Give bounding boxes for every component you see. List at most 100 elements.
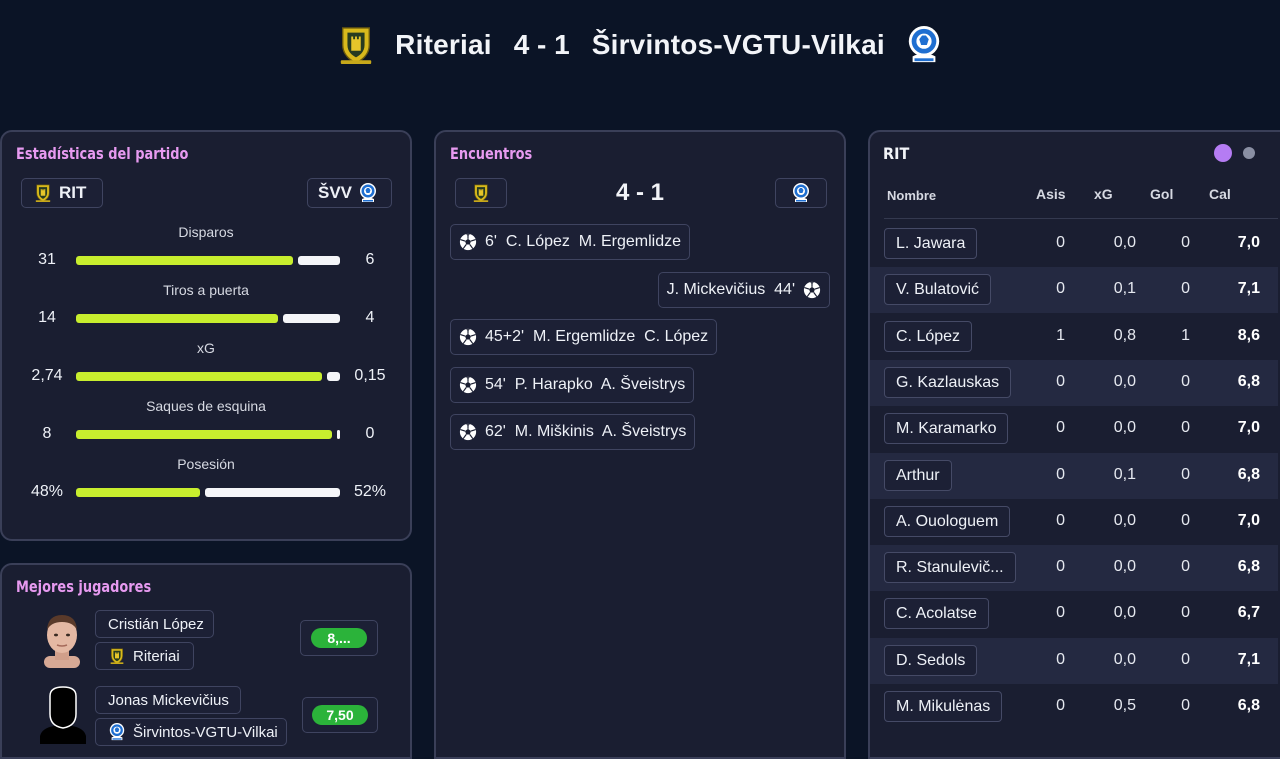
table-row[interactable]: G. Kazlauskas 0 0,0 0 6,8 [870,360,1278,406]
table-row[interactable]: C. Acolatse 0 0,0 0 6,7 [870,591,1278,637]
player-name-chip[interactable]: C. Acolatse [884,598,989,629]
goals-cell: 0 [1181,651,1190,668]
column-header-assists: Asis [1036,186,1066,202]
home-team-name: Riteriai [395,29,492,60]
page-dot-inactive[interactable] [1243,147,1255,159]
goal-event[interactable]: 62' M. Miškinis A. Šveistrys [450,414,696,450]
xg-cell: 0,0 [1113,558,1136,575]
table-row[interactable]: V. Bulatović 0 0,1 0 7,1 [870,267,1278,313]
goal-event[interactable]: 45+2' M. Ergemlidze C. López [450,319,718,355]
riteriai-crest-icon [109,647,125,665]
goal-event[interactable]: 54' P. Harapko A. Šveistrys [450,367,695,403]
player-name: R. Stanulevič... [896,558,1004,576]
assists-cell: 0 [1056,419,1065,436]
player-name: M. Karamarko [896,419,997,437]
home-abbr: RIT [59,183,87,202]
goals-cell: 1 [1181,327,1190,344]
goals-cell: 0 [1181,280,1190,297]
soccer-ball-icon [459,423,477,441]
table-row[interactable]: Arthur 0 0,1 0 6,8 [870,453,1278,499]
table-row[interactable]: L. Jawara 0 0,0 0 7,0 [870,221,1278,267]
player-name-chip[interactable]: R. Stanulevič... [884,552,1016,583]
player-name: C. Acolatse [896,604,977,622]
player-name-chip[interactable]: Jonas Mickevičius [95,686,241,714]
goals-cell: 0 [1181,466,1190,483]
column-header-name: Nombre [887,188,937,203]
player-rating-box: 7,50 [302,697,378,733]
away-team-name: Širvintos-VGTU-Vilkai [591,29,885,60]
away-abbr: ŠVV [318,183,353,202]
soccer-ball-icon [459,328,477,346]
player-team-chip[interactable]: Riteriai [95,642,194,670]
goals-cell: 0 [1181,373,1190,390]
table-row[interactable]: M. Mikulėnas 0 0,5 0 6,8 [870,684,1278,730]
player-name: M. Mikulėnas [896,697,991,715]
page-dot-active[interactable] [1214,144,1232,162]
match-stats-panel: Estadísticas del partido RIT ŠVV Disparo… [0,130,412,541]
table-row[interactable]: M. Karamarko 0 0,0 0 7,0 [870,406,1278,452]
goals-cell: 0 [1181,234,1190,251]
rating-cell: 7,0 [1237,419,1260,436]
table-row[interactable]: C. López 1 0,8 1 8,6 [870,314,1278,360]
svv-crest-icon [791,182,811,204]
xg-cell: 0,0 [1113,651,1136,668]
player-name: V. Bulatović [896,280,980,298]
player-avatar [38,610,86,668]
svv-crest-icon [358,182,378,204]
player-name-chip[interactable]: M. Mikulėnas [884,691,1003,722]
xg-cell: 0,0 [1113,604,1136,621]
rating-cell: 6,8 [1237,558,1260,575]
assists-cell: 0 [1056,651,1065,668]
table-row[interactable]: R. Stanulevič... 0 0,0 0 6,8 [870,545,1278,591]
match-stats-title: Estadísticas del partido [16,144,189,163]
home-team-chip[interactable]: RIT [21,178,103,208]
stat-home-bar [76,314,278,323]
assists-cell: 0 [1056,697,1065,714]
player-name-chip[interactable]: C. López [884,321,973,352]
player-name-chip[interactable]: L. Jawara [884,228,978,259]
xg-cell: 0,8 [1113,327,1136,344]
table-row[interactable]: D. Sedols 0 0,0 0 7,1 [870,638,1278,684]
table-row[interactable]: A. Ouologuem 0 0,0 0 7,0 [870,499,1278,545]
player-rating-box: 8,... [300,620,378,656]
goal-event[interactable]: 6' C. López M. Ergemlidze [450,224,691,260]
goals-cell: 0 [1181,697,1190,714]
event-text: 54' P. Harapko A. Šveistrys [485,376,686,393]
away-crest-chip[interactable] [775,178,827,208]
goals-cell: 0 [1181,604,1190,621]
player-name-chip[interactable]: V. Bulatović [884,274,992,305]
player-name-chip[interactable]: Cristián López [95,610,214,638]
assists-cell: 0 [1056,373,1065,390]
player-team: Širvintos-VGTU-Vilkai [133,723,278,741]
player-name-chip[interactable]: A. Ouologuem [884,506,1011,537]
player-name: D. Sedols [896,651,966,669]
best-players-title: Mejores jugadores [16,577,152,596]
player-name: Arthur [896,466,940,484]
xg-cell: 0,1 [1113,466,1136,483]
player-team-chip[interactable]: Širvintos-VGTU-Vilkai [95,718,287,746]
stat-label: Disparos [178,224,234,240]
match-header: Riteriai 4 - 1 Širvintos-VGTU-Vilkai [0,0,1280,90]
xg-cell: 0,0 [1113,373,1136,390]
player-name: Cristián López [108,615,204,633]
away-team-chip[interactable]: ŠVV [307,178,392,208]
stat-home-value: 14 [38,309,56,326]
assists-cell: 0 [1056,466,1065,483]
player-name-chip[interactable]: G. Kazlauskas [884,367,1012,398]
player-name: G. Kazlauskas [896,373,1000,391]
goal-event[interactable]: J. Mickevičius 44' [657,272,830,308]
assists-cell: 0 [1056,604,1065,621]
player-name-chip[interactable]: Arthur [884,460,952,491]
assists-cell: 0 [1056,280,1065,297]
player-avatar-silhouette [38,686,88,744]
player-name-chip[interactable]: D. Sedols [884,645,978,676]
rating-cell: 7,0 [1237,512,1260,529]
event-text: 62' M. Miškinis A. Šveistrys [485,423,687,440]
rating-cell: 6,7 [1237,604,1260,621]
stat-away-value: 6 [365,251,375,268]
player-name-chip[interactable]: M. Karamarko [884,413,1009,444]
player-rating: 7,50 [312,705,368,725]
player-name: A. Ouologuem [896,512,999,530]
stat-home-bar [76,430,332,439]
stat-label: Saques de esquina [146,398,266,414]
